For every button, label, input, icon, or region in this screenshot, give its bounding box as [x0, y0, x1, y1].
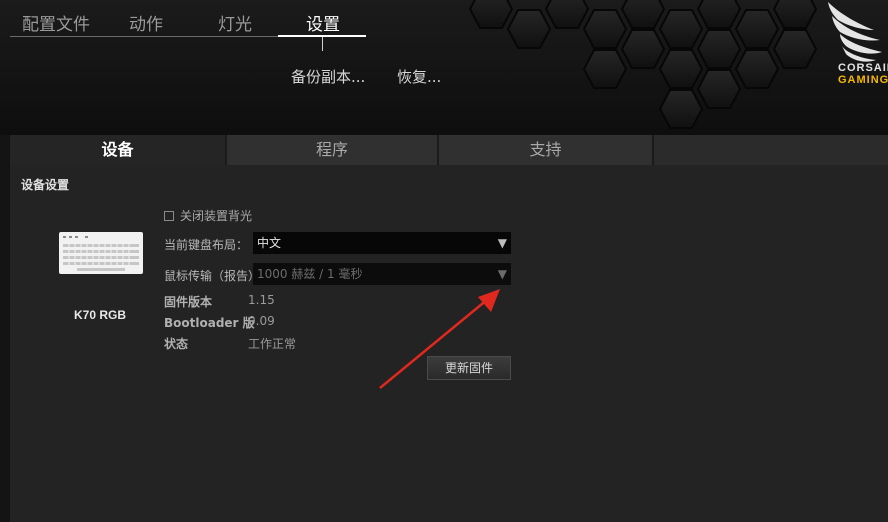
dropdown-arrow-icon: ▼	[497, 236, 507, 250]
status-label: 状态	[164, 337, 189, 351]
keyboard-layout-label: 当前键盘布局：	[164, 238, 249, 252]
backlight-checkbox-label: 关闭装置背光	[180, 209, 253, 223]
tab-device[interactable]: 设备	[10, 135, 227, 165]
checkbox-box[interactable]	[164, 210, 174, 221]
keyboard-icon	[59, 232, 143, 274]
tab-support[interactable]: 支持	[439, 135, 654, 165]
keyboard-layout-value: 中文	[257, 236, 282, 250]
polling-rate-value: 1000 赫兹 / 1 毫秒	[257, 267, 363, 281]
tab-programs[interactable]: 程序	[227, 135, 439, 165]
nav-actions[interactable]: 动作	[129, 10, 163, 35]
bootloader-value: 0.09	[248, 314, 275, 328]
annotation-arrow-icon	[379, 289, 500, 389]
dropdown-arrow-icon: ▼	[497, 267, 507, 281]
nav-profiles[interactable]: 配置文件	[22, 10, 90, 35]
app-header: 配置文件 动作 灯光 设置 备份副本... 恢复... CORSAIR GAMI…	[0, 0, 888, 135]
restore-button[interactable]: 恢复...	[397, 66, 441, 87]
device-name: K70 RGB	[74, 308, 127, 322]
backlight-checkbox[interactable]: 关闭装置背光	[164, 207, 252, 224]
settings-tabs: 设备 程序 支持	[10, 135, 888, 165]
logo-text-corsair: CORSAIR	[838, 62, 888, 74]
nav-settings[interactable]: 设置	[306, 10, 340, 35]
status-value: 工作正常	[248, 337, 297, 351]
backup-button[interactable]: 备份副本...	[291, 66, 365, 87]
nav-indicator-tick	[322, 37, 323, 51]
top-nav: 配置文件 动作 灯光 设置	[10, 0, 370, 51]
keyboard-layout-select[interactable]: 中文 ▼	[253, 232, 511, 254]
polling-rate-select[interactable]: 1000 赫兹 / 1 毫秒 ▼	[253, 263, 511, 285]
firmware-value: 1.15	[248, 293, 275, 307]
bootloader-label: Bootloader 版	[164, 316, 255, 330]
section-title: 设备设置	[21, 178, 70, 192]
logo-text-gaming: GAMING	[838, 74, 888, 86]
nav-lighting[interactable]: 灯光	[218, 10, 252, 35]
firmware-label: 固件版本	[164, 295, 213, 309]
